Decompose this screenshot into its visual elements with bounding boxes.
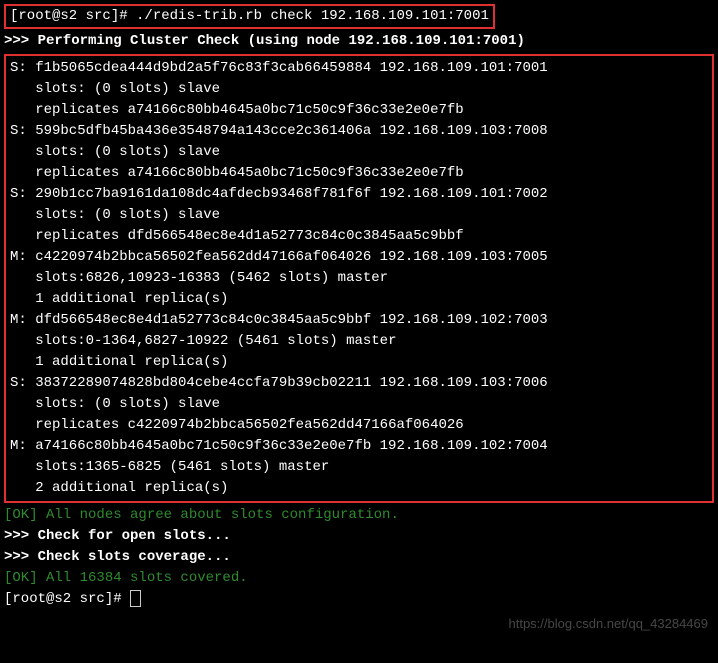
prompt-highlighted: [root@s2 src]# ./redis-trib.rb check 192…: [4, 4, 495, 29]
check-open-slots: >>> Check for open slots...: [4, 526, 714, 547]
shell-prompt: [root@s2 src]#: [10, 8, 136, 24]
shell-prompt-2: [root@s2 src]#: [4, 591, 130, 607]
cursor-icon: [130, 590, 141, 607]
ok-slots-covered: [OK] All 16384 slots covered.: [4, 568, 714, 589]
command-prompt-row: [root@s2 src]# ./redis-trib.rb check 192…: [4, 4, 714, 31]
ok-slots-config: [OK] All nodes agree about slots configu…: [4, 505, 714, 526]
node-entries: S: f1b5065cdea444d9bd2a5f76c83f3cab66459…: [10, 58, 708, 499]
check-slots-coverage: >>> Check slots coverage...: [4, 547, 714, 568]
cluster-check-header: >>> Performing Cluster Check (using node…: [4, 31, 714, 52]
watermark-text: https://blog.csdn.net/qq_43284469: [509, 614, 709, 634]
final-prompt-row[interactable]: [root@s2 src]#: [4, 589, 714, 610]
terminal-window: [root@s2 src]# ./redis-trib.rb check 192…: [0, 0, 718, 614]
command-text: ./redis-trib.rb check 192.168.109.101:70…: [136, 8, 489, 24]
cluster-nodes-box: S: f1b5065cdea444d9bd2a5f76c83f3cab66459…: [4, 54, 714, 503]
